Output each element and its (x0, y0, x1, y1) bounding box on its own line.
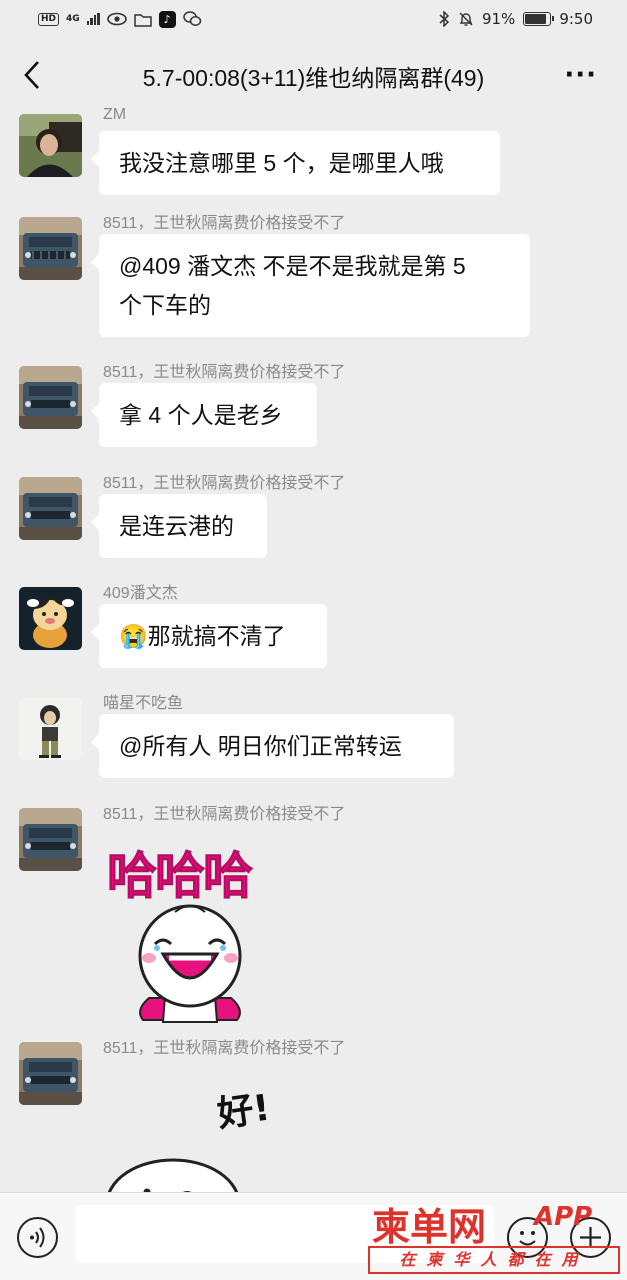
crying-laughing-emoji-icon: 😭 (119, 623, 148, 649)
sender-name: 8511，王世秋隔离费价格接受不了 (103, 364, 346, 381)
message-bubble[interactable]: @409 潘文杰 不是不是我就是第 5 个下车的 (91, 234, 530, 337)
avatar[interactable] (19, 587, 82, 650)
message-text: @所有人 明日你们正常转运 (119, 733, 402, 759)
sender-name: 8511，王世秋隔离费价格接受不了 (103, 215, 346, 232)
watermark-slogan: 在柬华人都在用 (368, 1246, 620, 1274)
message-bubble[interactable]: 是连云港的 (91, 494, 267, 558)
mute-bell-icon (459, 12, 473, 26)
avatar[interactable] (19, 697, 82, 760)
message-text-line: @409 潘文杰 不是不是我就是第 5 (119, 253, 466, 279)
battery-percent: 91% (481, 10, 516, 28)
laughing-face-icon (138, 904, 242, 1023)
message-text: 拿 4 个人是老乡 (119, 402, 283, 428)
chevron-left-icon[interactable] (20, 58, 48, 92)
eye-icon (106, 12, 127, 26)
sender-name: ZM (103, 106, 127, 123)
voice-icon (30, 1227, 45, 1248)
chat-header: 5.7-00:08(3+11)维也纳隔离群(49) ··· (0, 38, 627, 114)
sender-name: 喵星不吃鱼 (103, 695, 184, 712)
message-text: 是连云港的 (119, 513, 234, 539)
watermark-app-text: APP (534, 1202, 593, 1232)
watermark-main-text: 柬单网 (372, 1205, 487, 1249)
message-bubble[interactable]: 😭那就搞不清了 (91, 604, 327, 668)
sticker-haha[interactable]: 哈哈哈 (105, 830, 285, 1026)
message-bubble[interactable]: @所有人 明日你们正常转运 (91, 714, 454, 778)
avatar[interactable] (19, 366, 82, 429)
clock-time: 9:50 (559, 10, 593, 28)
more-options-button[interactable]: ··· (564, 60, 597, 90)
status-right: 91% 9:50 (439, 10, 593, 28)
sender-name: 409潘文杰 (103, 585, 178, 602)
chat-title: 5.7-00:08(3+11)维也纳隔离群(49) (142, 65, 485, 91)
message-text-line: 个下车的 (119, 292, 211, 318)
message-bubble[interactable]: 我没注意哪里 5 个，是哪里人哦 (91, 131, 500, 195)
status-left: HD 4G ♪ (38, 10, 202, 28)
avatar[interactable] (19, 217, 82, 280)
avatar[interactable] (19, 1042, 82, 1105)
sender-name: 8511，王世秋隔离费价格接受不了 (103, 1040, 346, 1057)
network-type: 4G (66, 13, 80, 24)
folder-icon (133, 13, 152, 27)
bluetooth-icon (439, 11, 450, 27)
sticker-text: 好! (214, 1087, 273, 1136)
tiktok-icon: ♪ (158, 10, 176, 28)
sender-name: 8511，王世秋隔离费价格接受不了 (103, 475, 346, 492)
wechat-icon (182, 11, 201, 26)
sender-name: 8511，王世秋隔离费价格接受不了 (103, 806, 346, 823)
status-bar: HD 4G ♪ 91% 9:50 (0, 0, 627, 38)
message-text: 那就搞不清了 (147, 623, 286, 649)
signal-icon (86, 13, 100, 25)
sticker-good[interactable]: 好! (105, 1072, 285, 1192)
message-text: 我没注意哪里 5 个，是哪里人哦 (119, 150, 444, 176)
watermark-logo: 柬单网 APP 在柬华人都在用 (368, 1196, 626, 1280)
avatar[interactable] (19, 477, 82, 540)
battery-icon (523, 12, 555, 26)
message-bubble[interactable]: 拿 4 个人是老乡 (91, 383, 317, 447)
avatar[interactable] (19, 808, 82, 871)
avatar[interactable] (19, 114, 82, 177)
hd-icon: HD (38, 12, 60, 26)
voice-button[interactable] (17, 1217, 58, 1258)
smiling-face-icon (107, 1158, 239, 1192)
